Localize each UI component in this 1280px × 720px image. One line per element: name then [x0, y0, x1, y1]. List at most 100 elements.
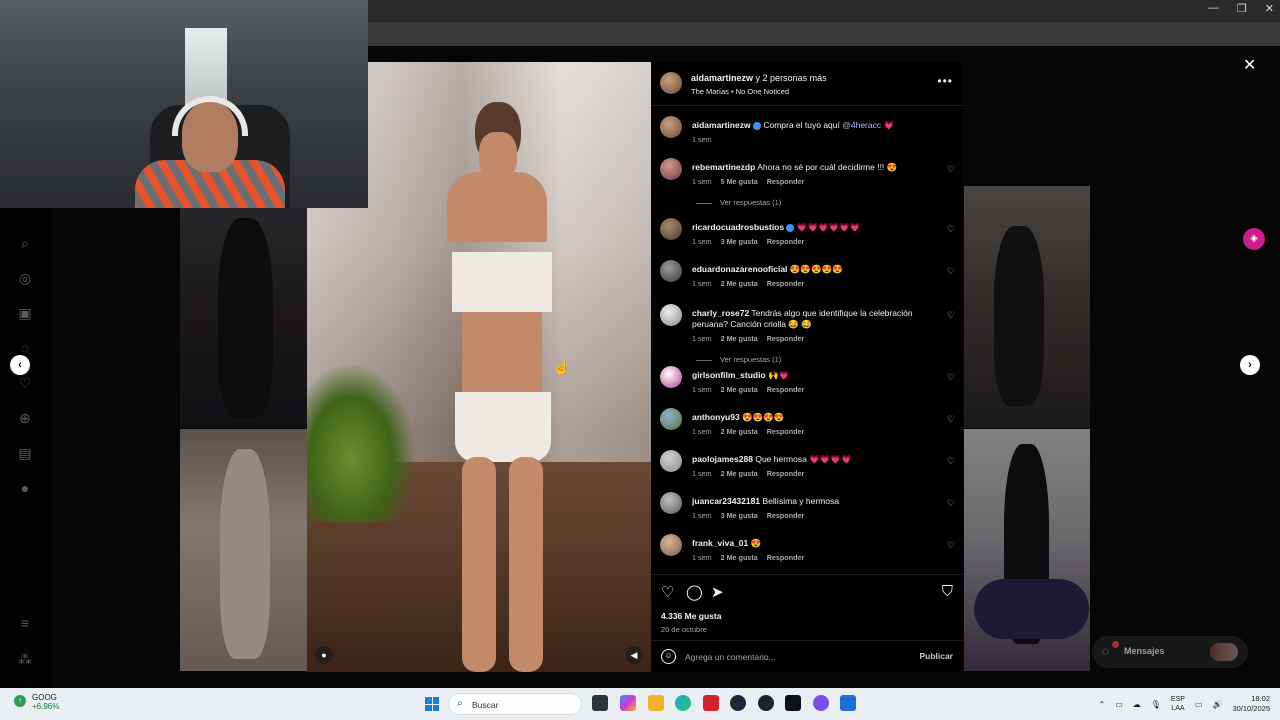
avatar[interactable]: [660, 450, 682, 472]
volume-icon[interactable]: 🔊: [1212, 700, 1222, 709]
avatar[interactable]: [660, 116, 682, 138]
next-post-icon[interactable]: ›: [1240, 355, 1260, 375]
copilot-app-icon[interactable]: [620, 695, 636, 711]
cloud-icon[interactable]: ☁: [1133, 700, 1141, 709]
comment-user[interactable]: paolojames288: [692, 454, 753, 464]
comment-like-icon[interactable]: ♡: [947, 498, 955, 509]
minimize-icon[interactable]: —: [1208, 2, 1219, 15]
comment-likes[interactable]: 3 Me gusta: [721, 511, 758, 520]
avatar[interactable]: [660, 408, 682, 430]
close-window-icon[interactable]: ✕: [1265, 2, 1274, 15]
comment-user[interactable]: eduardonazarenooficial: [692, 264, 787, 274]
comment-likes[interactable]: 2 Me gusta: [721, 385, 758, 394]
reply-button[interactable]: Responder: [767, 334, 805, 343]
comment-likes[interactable]: 2 Me gusta: [721, 427, 758, 436]
comment-icon[interactable]: ◯: [686, 583, 703, 601]
like-icon[interactable]: ♡: [661, 583, 674, 601]
comment-likes[interactable]: 3 Me gusta: [721, 237, 758, 246]
messages-label: Mensajes: [1124, 646, 1165, 656]
reply-button[interactable]: Responder: [767, 279, 805, 288]
edge-icon[interactable]: [675, 695, 691, 711]
emoji-icon[interactable]: ☺: [661, 649, 676, 664]
comment-likes[interactable]: 2 Me gusta: [721, 553, 758, 562]
reply-button[interactable]: Responder: [767, 177, 805, 186]
clock-time: 18:02: [1251, 694, 1270, 703]
comments-list[interactable]: aidamartinezw Compra el tuyo aquí @4hera…: [651, 108, 963, 574]
avatar[interactable]: [660, 260, 682, 282]
likes-count[interactable]: 4.336 Me gusta: [661, 611, 721, 621]
comment-like-icon[interactable]: ♡: [947, 164, 955, 175]
notepad-icon[interactable]: [840, 695, 856, 711]
comment-likes[interactable]: 5 Me gusta: [721, 177, 758, 186]
reply-button[interactable]: Responder: [767, 469, 805, 478]
avatar[interactable]: [660, 304, 682, 326]
chevron-up-icon[interactable]: ⌃: [1098, 700, 1105, 709]
video-subject: [427, 102, 577, 672]
comment-input[interactable]: [685, 649, 905, 665]
author-name[interactable]: aidamartinezw: [691, 73, 753, 83]
comment-user[interactable]: ricardocuadrosbustios: [692, 222, 784, 232]
network-icon[interactable]: ▭: [1115, 700, 1123, 709]
stock-widget[interactable]: ↑ GOOG +6.96%: [14, 693, 59, 711]
reply-button[interactable]: Responder: [767, 237, 805, 246]
comment-time: 1 sem: [692, 553, 712, 562]
comment-user[interactable]: rebemartinezdp: [692, 162, 755, 172]
comment-user[interactable]: charly_rose72: [692, 308, 749, 318]
comment-likes[interactable]: 2 Me gusta: [721, 469, 758, 478]
reply-button[interactable]: Responder: [767, 385, 805, 394]
comment-like-icon[interactable]: ♡: [947, 540, 955, 551]
app-icon[interactable]: [703, 695, 719, 711]
more-options-icon[interactable]: •••: [937, 74, 953, 88]
comment-user[interactable]: juancar23432181: [692, 496, 760, 506]
extension-badge-icon[interactable]: ◈: [1243, 228, 1265, 250]
comment-user[interactable]: anthonyu93: [692, 412, 740, 422]
reply-button[interactable]: Responder: [767, 511, 805, 520]
view-replies[interactable]: Ver respuestas (1): [696, 355, 781, 364]
mic-icon[interactable]: 🎙: [1151, 700, 1161, 709]
caption-tag[interactable]: @4heracc: [842, 120, 881, 130]
restore-icon[interactable]: ❐: [1237, 2, 1247, 15]
comment-like-icon[interactable]: ♡: [947, 456, 955, 467]
coauthors[interactable]: y 2 personas más: [756, 73, 827, 83]
publish-button[interactable]: Publicar: [919, 651, 953, 661]
discord-icon[interactable]: [813, 695, 829, 711]
view-replies[interactable]: Ver respuestas (1): [696, 198, 781, 207]
comment-user[interactable]: frank_viva_01: [692, 538, 748, 548]
comment-like-icon[interactable]: ♡: [947, 310, 955, 321]
clock[interactable]: 18:02 30/10/2025: [1232, 694, 1270, 714]
comment-likes[interactable]: 2 Me gusta: [721, 279, 758, 288]
close-modal-icon[interactable]: ✕: [1243, 55, 1256, 75]
avatar[interactable]: [660, 218, 682, 240]
reply-button[interactable]: Responder: [767, 427, 805, 436]
comment-like-icon[interactable]: ♡: [947, 414, 955, 425]
comment-like-icon[interactable]: ♡: [947, 224, 955, 235]
display-icon[interactable]: ▭: [1195, 700, 1203, 709]
author-line[interactable]: aidamartinezw y 2 personas más: [691, 73, 827, 83]
task-view-icon[interactable]: [592, 695, 608, 711]
author-avatar[interactable]: [660, 72, 682, 94]
share-icon[interactable]: ➤: [711, 583, 724, 601]
audio-track[interactable]: The Marías • No One Noticed: [691, 87, 789, 96]
tagged-users-icon[interactable]: ●: [315, 646, 333, 664]
previous-post-icon[interactable]: ‹: [10, 355, 30, 375]
comment-likes[interactable]: 2 Me gusta: [721, 334, 758, 343]
avatar[interactable]: [660, 366, 682, 388]
reply-button[interactable]: Responder: [767, 553, 805, 562]
avatar[interactable]: [660, 492, 682, 514]
comment-user[interactable]: girlsonfilm_studio: [692, 370, 766, 380]
app-m-icon[interactable]: [785, 695, 801, 711]
steam-icon[interactable]: [730, 695, 746, 711]
windows-start-icon[interactable]: [425, 697, 439, 711]
taskbar-search[interactable]: ⌕ Buscar: [448, 693, 582, 715]
messages-pill[interactable]: ◌ Mensajes: [1092, 636, 1248, 668]
avatar[interactable]: [660, 534, 682, 556]
comment-like-icon[interactable]: ♡: [947, 266, 955, 277]
comment-like-icon[interactable]: ♡: [947, 372, 955, 383]
game-launcher-icon[interactable]: [758, 695, 774, 711]
save-icon[interactable]: ⛉: [942, 583, 953, 600]
caption-user[interactable]: aidamartinezw: [692, 120, 751, 130]
mute-icon[interactable]: ◀: [625, 646, 643, 664]
avatar[interactable]: [660, 158, 682, 180]
file-explorer-icon[interactable]: [648, 695, 664, 711]
language-indicator[interactable]: ESP LAA: [1171, 695, 1185, 713]
